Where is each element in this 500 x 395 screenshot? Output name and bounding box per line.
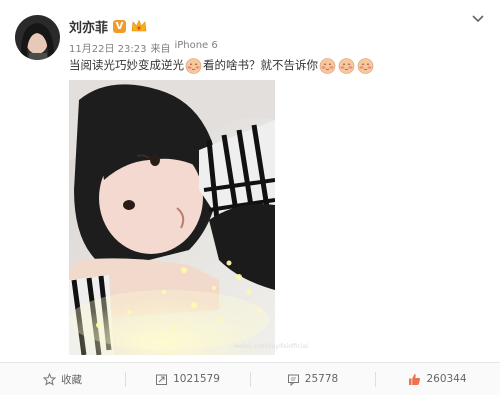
crown-icon	[131, 19, 147, 32]
favorite-label: 收藏	[61, 373, 82, 386]
source-prefix: 来自	[150, 44, 171, 55]
post-text: 当阅读光巧妙变成逆光 看的啥书？就不告诉你	[69, 56, 375, 74]
shy-face-emoji	[319, 57, 336, 74]
shy-face-emoji	[338, 57, 355, 74]
star-icon	[43, 372, 56, 386]
post-meta: 11月22日 23:23 来自 iPhone 6	[69, 40, 218, 55]
comment-count: 25778	[304, 373, 339, 385]
post-text-part1: 当阅读光巧妙变成逆光	[69, 58, 184, 72]
comment-icon	[287, 374, 299, 386]
post-photo[interactable]	[69, 80, 275, 355]
verified-badge: V	[113, 19, 127, 33]
source-device[interactable]: iPhone 6	[174, 40, 217, 55]
like-count: 260344	[426, 373, 467, 385]
chevron-down-icon[interactable]	[471, 12, 485, 26]
action-bar: 收藏 1021579 25778 260344	[0, 362, 500, 395]
post-text-part2: 看的啥书？就不告诉你	[203, 58, 318, 72]
author-row: 刘亦菲 V	[69, 16, 147, 36]
thumbs-up-icon	[409, 373, 421, 385]
comment-button[interactable]: 25778	[250, 363, 375, 395]
post-timestamp[interactable]: 11月22日 23:23	[69, 40, 146, 55]
avatar[interactable]	[15, 15, 60, 60]
shy-face-emoji	[185, 57, 202, 74]
repost-icon	[156, 374, 168, 385]
shy-face-emoji	[357, 57, 374, 74]
repost-count: 1021579	[173, 373, 220, 385]
weibo-post-card: 刘亦菲 V 11月22日 23:23 来自 iPhone 6 当阅读光巧妙变成逆…	[0, 0, 500, 395]
repost-button[interactable]: 1021579	[125, 363, 250, 395]
photo-watermark: weibo.com/liuyifeiofficial	[234, 343, 308, 350]
like-button[interactable]: 260344	[375, 363, 500, 395]
favorite-button[interactable]: 收藏	[0, 363, 125, 395]
author-name[interactable]: 刘亦菲	[69, 17, 108, 36]
